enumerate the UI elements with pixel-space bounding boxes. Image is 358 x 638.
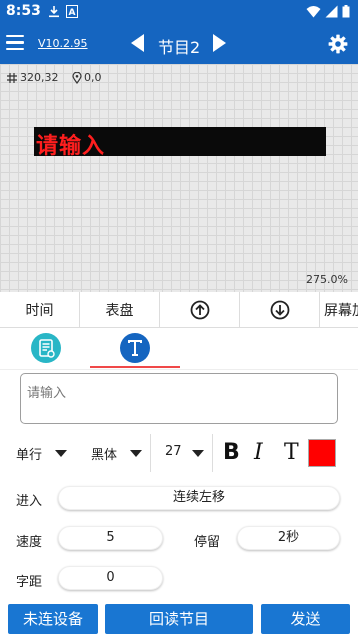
speed-input[interactable]: 5 xyxy=(58,526,163,550)
app-bar: V10.2.95 节目2 xyxy=(0,24,358,64)
led-screen-preview[interactable]: 请输入 xyxy=(34,127,326,159)
version-link[interactable]: V10.2.95 xyxy=(38,37,88,50)
battery-icon xyxy=(342,5,350,18)
chevron-down-icon xyxy=(130,450,142,457)
grid-hash-icon xyxy=(7,72,17,83)
tab-text-mode[interactable] xyxy=(120,333,150,363)
readback-program-button[interactable]: 回读节目 xyxy=(105,604,253,634)
position-value: 0,0 xyxy=(84,71,102,84)
position-readout: 0,0 xyxy=(72,71,102,84)
text-t-icon xyxy=(128,340,142,356)
chevron-down-icon xyxy=(192,450,204,457)
next-program-icon[interactable] xyxy=(213,34,226,52)
move-down-button[interactable] xyxy=(240,292,320,328)
enter-label: 进入 xyxy=(16,494,43,509)
zoom-level: 275.0% xyxy=(306,273,348,286)
mode-tabs xyxy=(0,328,358,370)
text-color-swatch[interactable] xyxy=(308,439,336,467)
tab-screen-label: 屏幕加 xyxy=(324,303,358,319)
text-content-input[interactable] xyxy=(20,373,338,424)
signal-icon xyxy=(325,5,338,18)
tab-screen[interactable]: 屏幕加 xyxy=(320,292,358,328)
font-size-select[interactable]: 27 xyxy=(165,444,182,459)
tab-dial[interactable]: 表盘 xyxy=(80,292,160,328)
speed-label: 速度 xyxy=(16,535,43,550)
led-text: 请输入 xyxy=(36,134,106,159)
prev-program-icon[interactable] xyxy=(131,34,144,52)
size-readout: 320,32 xyxy=(6,71,59,84)
wifi-icon xyxy=(306,6,321,18)
size-value: 320,32 xyxy=(20,71,59,84)
text-style-button[interactable]: T xyxy=(284,440,299,465)
function-tabs: 时间 表盘 屏幕加 xyxy=(0,292,358,328)
circle-arrow-down-icon xyxy=(270,300,289,320)
chevron-down-icon xyxy=(55,450,67,457)
format-toolbar: 单行 黑体 27 B I T xyxy=(0,434,358,472)
send-button[interactable]: 发送 xyxy=(261,604,350,634)
status-bar: 8:53 A xyxy=(0,0,358,24)
tab-dial-label: 表盘 xyxy=(105,303,134,319)
spacing-input[interactable]: 0 xyxy=(58,566,163,590)
tab-document-mode[interactable] xyxy=(31,333,61,363)
bold-button[interactable]: B xyxy=(223,440,240,465)
italic-button[interactable]: I xyxy=(254,440,263,465)
active-tab-indicator xyxy=(90,366,180,368)
document-icon xyxy=(39,339,55,358)
status-time: 8:53 xyxy=(6,3,41,19)
line-mode-select[interactable]: 单行 xyxy=(16,444,42,463)
menu-icon[interactable] xyxy=(6,35,24,53)
tab-time-label: 时间 xyxy=(25,303,54,319)
divider xyxy=(212,434,213,472)
font-select[interactable]: 黑体 xyxy=(91,444,117,463)
screen-canvas[interactable]: 320,32 0,0 请输入 275.0% xyxy=(0,64,358,292)
connect-device-button[interactable]: 未连设备 xyxy=(8,604,98,634)
move-up-button[interactable] xyxy=(160,292,240,328)
svg-text:A: A xyxy=(69,8,76,18)
divider xyxy=(150,434,151,472)
location-pin-icon xyxy=(72,71,82,84)
program-title: 节目2 xyxy=(158,38,201,57)
font-a-icon: A xyxy=(66,5,78,18)
enter-effect-select[interactable]: 连续左移 xyxy=(58,486,340,510)
tab-time[interactable]: 时间 xyxy=(0,292,80,328)
spacing-label: 字距 xyxy=(16,575,43,590)
circle-arrow-up-icon xyxy=(190,300,209,320)
stay-input[interactable]: 2秒 xyxy=(237,526,340,550)
stay-label: 停留 xyxy=(194,535,221,550)
gear-icon[interactable] xyxy=(328,34,348,54)
download-icon xyxy=(49,6,59,18)
